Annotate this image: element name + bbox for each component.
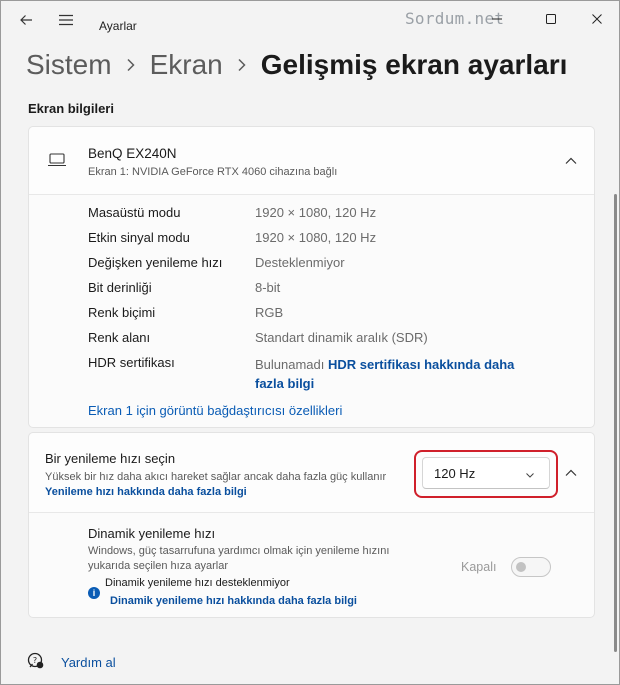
menu-button[interactable] <box>53 9 79 31</box>
back-button[interactable] <box>13 9 39 31</box>
refresh-rate-title: Bir yenileme hızı seçin <box>45 451 176 466</box>
dynamic-refresh-title: Dinamik yenileme hızı <box>88 526 216 541</box>
scrollbar-thumb[interactable] <box>614 194 617 652</box>
maximize-icon <box>546 14 556 24</box>
minimize-icon <box>492 18 502 20</box>
settings-window: Ayarlar Sordum.net Sistem Ekran Gelişmiş… <box>0 0 620 685</box>
refresh-rate-desc-text: Yüksek bir hız daha akıcı hareket sağlar… <box>45 471 387 483</box>
arrow-left-icon <box>20 15 32 25</box>
minimize-button[interactable] <box>477 7 517 31</box>
breadcrumb-item-sistem[interactable]: Sistem <box>26 49 112 81</box>
info-label: Bit derinliği <box>88 280 152 295</box>
close-icon <box>592 14 602 24</box>
display-card-header[interactable]: BenQ EX240N Ekran 1: NVIDIA GeForce RTX … <box>29 127 594 195</box>
info-label: Renk biçimi <box>88 305 156 320</box>
info-value: Desteklenmiyor <box>255 255 345 270</box>
maximize-button[interactable] <box>531 7 571 31</box>
chevron-up-icon[interactable] <box>561 151 581 171</box>
display-adapter-properties-link[interactable]: Ekran 1 için görüntü bağdaştırıcısı özel… <box>88 403 342 418</box>
app-title: Ayarlar <box>99 19 137 33</box>
info-label: Renk alanı <box>88 330 151 345</box>
info-label: Etkin sinyal modu <box>88 230 190 245</box>
chevron-down-icon <box>525 467 535 485</box>
dynamic-refresh-unsupported: Dinamik yenileme hızı desteklenmiyor <box>105 577 290 589</box>
hdr-value: Bulunamadı HDR sertifikası hakkında daha… <box>255 355 545 393</box>
chevron-right-icon <box>237 58 247 72</box>
dynamic-refresh-info-link[interactable]: Dinamik yenileme hızı hakkında daha fazl… <box>110 595 357 607</box>
breadcrumb: Sistem Ekran Gelişmiş ekran ayarları <box>26 49 567 81</box>
refresh-rate-description: Yüksek bir hız daha akıcı hareket sağlar… <box>45 470 410 500</box>
hdr-status: Bulunamadı <box>255 357 325 372</box>
info-value: 8-bit <box>255 280 281 295</box>
laptop-icon <box>47 153 67 172</box>
info-label: Masaüstü modu <box>88 205 181 220</box>
info-value: 1920 × 1080, 120 Hz <box>255 205 377 220</box>
display-info-card: BenQ EX240N Ekran 1: NVIDIA GeForce RTX … <box>28 126 595 428</box>
dynamic-refresh-toggle[interactable] <box>511 557 551 577</box>
dynamic-refresh-description: Windows, güç tasarrufuna yardımcı olmak … <box>88 545 390 572</box>
refresh-rate-info-link[interactable]: Yenileme hızı hakkında daha fazla bilgi <box>45 486 247 498</box>
device-name: BenQ EX240N <box>88 146 177 161</box>
close-button[interactable] <box>577 7 617 31</box>
refresh-rate-card: Bir yenileme hızı seçin Yüksek bir hız d… <box>28 432 595 618</box>
refresh-rate-dropdown[interactable]: 120 Hz <box>422 457 550 489</box>
chevron-right-icon <box>126 58 136 72</box>
info-value: 1920 × 1080, 120 Hz <box>255 230 377 245</box>
refresh-rate-header: Bir yenileme hızı seçin Yüksek bir hız d… <box>29 433 594 513</box>
toggle-knob <box>516 562 526 572</box>
chevron-up-icon[interactable] <box>561 463 581 483</box>
hamburger-icon <box>59 14 73 26</box>
dropdown-value: 120 Hz <box>434 466 476 481</box>
info-value: RGB <box>255 305 284 320</box>
svg-text:?: ? <box>33 656 37 665</box>
device-subtitle: Ekran 1: NVIDIA GeForce RTX 4060 cihazın… <box>88 166 338 178</box>
help-chat-icon: ? <box>27 652 45 675</box>
get-help-link[interactable]: Yardım al <box>61 655 116 670</box>
info-icon: i <box>88 587 100 599</box>
toggle-state-label: Kapalı <box>461 560 497 574</box>
info-label: Değişken yenileme hızı <box>88 255 223 270</box>
breadcrumb-item-ekran[interactable]: Ekran <box>150 49 223 81</box>
page-title: Gelişmiş ekran ayarları <box>260 49 568 80</box>
info-value: Standart dinamik aralık (SDR) <box>255 330 428 345</box>
title-bar: Ayarlar Sordum.net <box>1 1 619 41</box>
info-label: HDR sertifikası <box>88 355 175 370</box>
section-title: Ekran bilgileri <box>28 101 114 116</box>
